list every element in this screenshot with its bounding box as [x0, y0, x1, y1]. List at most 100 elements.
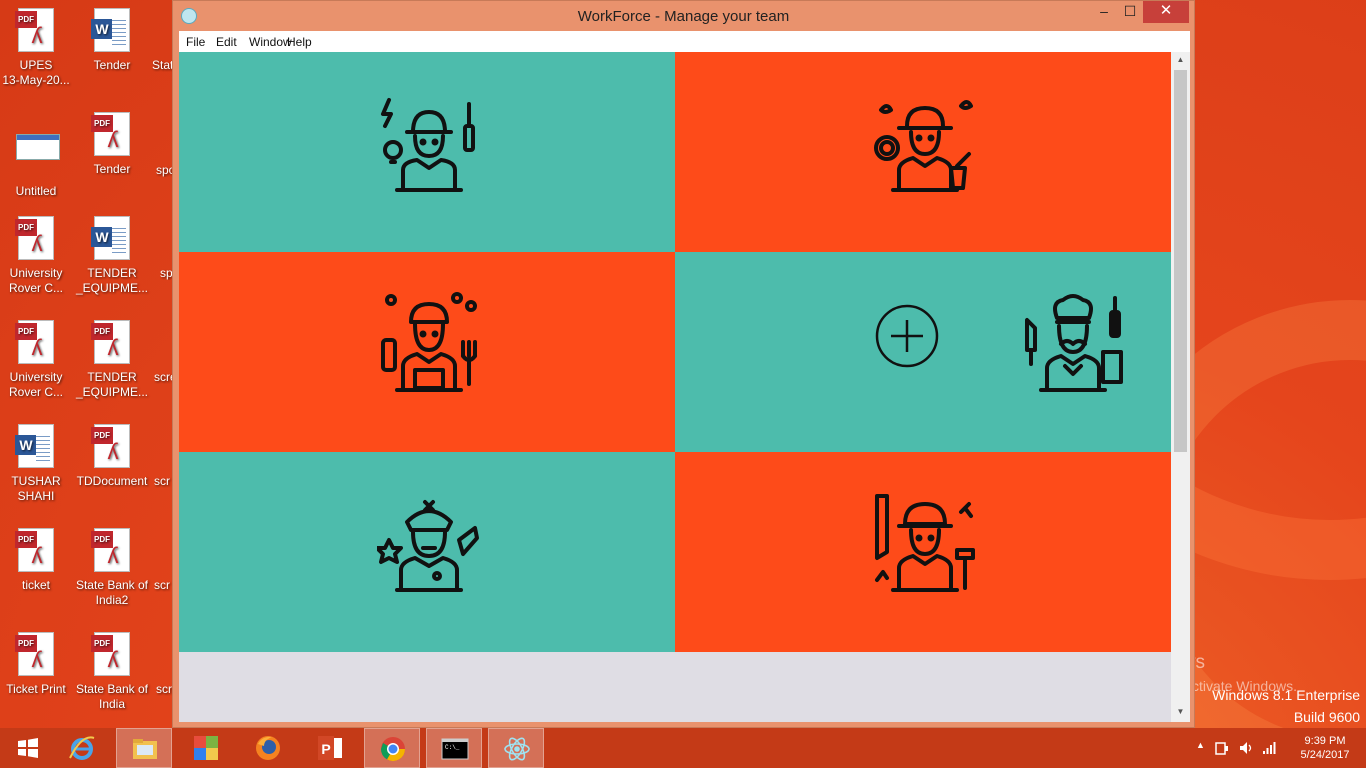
workforce-window[interactable]: WorkForce - Manage your team – ☐ ✕ File … — [172, 0, 1195, 728]
desktop-icon-label-partial[interactable]: Stat — [152, 58, 172, 72]
scroll-down-icon[interactable]: ▼ — [1171, 704, 1190, 720]
folder-icon — [133, 739, 157, 759]
maximize-button[interactable]: ☐ — [1117, 1, 1143, 23]
tile-carpenter[interactable] — [675, 452, 1171, 652]
svg-text:C:\_: C:\_ — [445, 744, 460, 751]
desktop-icon-label: UPES 13-May-20... — [2, 58, 70, 87]
electrician-icon — [381, 98, 475, 192]
word-file-icon: W — [15, 424, 54, 468]
taskbar-file-explorer[interactable] — [116, 728, 172, 768]
cook-icon — [381, 292, 477, 392]
tile-electrician[interactable] — [179, 52, 675, 252]
pdf-file-icon: PDF ʎ — [91, 112, 130, 156]
taskbar-windows-store[interactable] — [178, 728, 234, 768]
desktop-icon-label: TUSHAR SHAHI — [11, 474, 61, 503]
desktop-icon[interactable]: PDF ʎ University Rover C... — [0, 320, 74, 400]
desktop-icon[interactable]: PDF ʎ TENDER _EQUIPME... — [74, 320, 150, 400]
tile-gardener[interactable] — [675, 52, 1171, 252]
desktop-icon-label: TDDocument — [76, 474, 148, 488]
desktop-icon[interactable]: W Tender — [74, 8, 150, 73]
taskbar-firefox[interactable] — [240, 728, 296, 768]
desktop-icon-label-partial[interactable]: scr — [154, 474, 174, 488]
menu-view[interactable]: Window — [249, 35, 292, 49]
show-hidden-icons-icon[interactable]: ▲ — [1196, 740, 1205, 750]
desktop-icon[interactable]: PDF ʎ TDDocument — [74, 424, 150, 489]
desktop-icon-label: ticket — [21, 578, 50, 592]
network-signal-icon[interactable] — [1262, 740, 1278, 756]
worker-grid: ▲ ▼ — [179, 52, 1190, 722]
tile-police-officer[interactable] — [179, 452, 675, 652]
minimize-button[interactable]: – — [1091, 1, 1117, 23]
scroll-up-icon[interactable]: ▲ — [1171, 52, 1190, 68]
close-button[interactable]: ✕ — [1143, 1, 1189, 23]
menu-window[interactable]: Help — [287, 35, 312, 49]
desktop-icon-label: State Bank of India2 — [75, 578, 149, 607]
powerpoint-icon: P — [318, 736, 342, 760]
add-worker-icon[interactable] — [875, 304, 939, 368]
title-bar[interactable]: WorkForce - Manage your team – ☐ ✕ — [173, 1, 1194, 31]
chrome-icon — [381, 737, 405, 762]
pdf-file-icon: PDF ʎ — [15, 320, 54, 364]
desktop-icon-label: TENDER _EQUIPME... — [75, 266, 149, 295]
edition-name: Windows 8.1 Enterprise — [1212, 687, 1360, 703]
desktop-icon[interactable]: W TUSHAR SHAHI — [0, 424, 74, 504]
pdf-file-icon: PDF ʎ — [91, 424, 130, 468]
pdf-file-icon: PDF ʎ — [15, 528, 54, 572]
vertical-scrollbar[interactable]: ▲ ▼ — [1171, 52, 1190, 722]
clock-time: 9:39 PM — [1304, 735, 1346, 747]
desktop-icon-label-partial[interactable]: scre — [154, 370, 174, 384]
desktop-icon[interactable]: PDF ʎ State Bank of India — [74, 632, 150, 712]
desktop-icon-label: State Bank of India — [75, 682, 149, 711]
windows-edition: Windows 8.1 Enterprise Build 9600 — [1212, 684, 1360, 728]
taskbar-command-prompt[interactable]: C:\_ — [426, 728, 482, 768]
pdf-file-icon: PDF ʎ — [91, 528, 130, 572]
gardener-icon — [874, 100, 973, 192]
window-title: WorkForce - Manage your team — [577, 8, 790, 25]
desktop-icon-label-partial[interactable]: scr — [154, 578, 174, 592]
desktop-icon-label: Ticket Print — [6, 682, 66, 696]
tile-cook[interactable] — [179, 252, 675, 452]
taskbar-electron-app[interactable] — [488, 728, 544, 768]
desktop-icon[interactable]: PDF ʎ Tender — [74, 112, 150, 177]
taskbar-chrome[interactable] — [364, 728, 420, 768]
internet-explorer-icon — [69, 736, 95, 760]
pdf-file-icon: PDF ʎ — [91, 320, 130, 364]
desktop-icon-label: University Rover C... — [8, 266, 63, 295]
taskbar-powerpoint[interactable]: P — [302, 728, 358, 768]
desktop-icon[interactable]: PDF ʎ University Rover C... — [0, 216, 74, 296]
taskbar-clock[interactable]: 9:39 PM 5/24/2017 — [1290, 734, 1360, 762]
edition-build: Build 9600 — [1293, 709, 1360, 725]
desktop-icon[interactable]: PDF ʎ ticket — [0, 528, 74, 593]
pdf-file-icon: PDF ʎ — [15, 8, 54, 52]
firefox-icon — [256, 736, 280, 760]
volume-icon[interactable] — [1238, 740, 1254, 756]
carpenter-icon — [875, 494, 975, 592]
windows-store-icon — [194, 736, 218, 760]
command-prompt-icon: C:\_ — [441, 738, 469, 760]
pdf-file-icon: PDF ʎ — [15, 216, 54, 260]
start-button[interactable] — [0, 728, 56, 768]
desktop-icon-label: TENDER _EQUIPME... — [75, 370, 149, 399]
desktop-icon[interactable]: PDF ʎ UPES 13-May-20... — [0, 8, 74, 88]
desktop-icon[interactable]: W TENDER _EQUIPME... — [74, 216, 150, 296]
pdf-file-icon: PDF ʎ — [91, 632, 130, 676]
desktop-icon[interactable]: Untitled — [0, 124, 74, 199]
power-icon[interactable] — [1214, 740, 1230, 756]
desktop-icon-label: Tender — [93, 58, 131, 72]
desktop-icon[interactable]: PDF ʎ Ticket Print — [0, 632, 74, 697]
svg-text:P: P — [321, 741, 330, 757]
tile-chef[interactable] — [675, 252, 1171, 452]
chef-icon — [1025, 294, 1123, 392]
menu-file[interactable]: File — [186, 35, 205, 49]
clock-date: 5/24/2017 — [1300, 749, 1350, 761]
desktop-icon-label: University Rover C... — [8, 370, 63, 399]
menu-bar: File Edit Window Help — [179, 31, 1190, 52]
windows-logo-icon — [18, 738, 38, 758]
word-file-icon: W — [91, 216, 130, 260]
menu-edit[interactable]: Edit — [216, 35, 237, 49]
system-tray: ▲ — [1192, 728, 1284, 768]
scroll-thumb[interactable] — [1174, 70, 1187, 452]
desktop-icon[interactable]: PDF ʎ State Bank of India2 — [74, 528, 150, 608]
desktop-icon-label: Tender — [93, 162, 131, 176]
taskbar-internet-explorer[interactable] — [54, 728, 110, 768]
